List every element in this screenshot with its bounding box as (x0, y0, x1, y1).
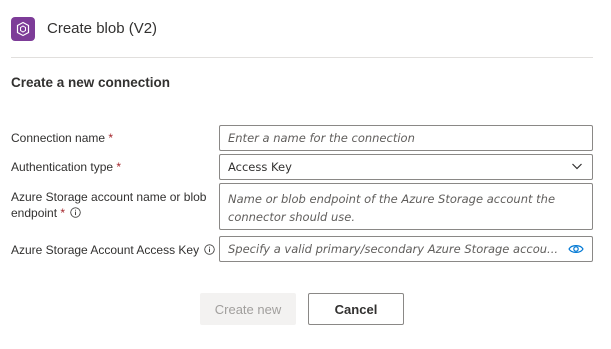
info-icon[interactable] (70, 206, 82, 222)
dialog-title: Create blob (V2) (47, 20, 158, 37)
access-key-field[interactable] (219, 236, 593, 262)
header-divider (11, 57, 593, 58)
access-key-label: Azure Storage Account Access Key (11, 242, 216, 259)
account-name-label: Azure Storage account name or blob endpo… (11, 189, 216, 222)
required-mark: * (116, 160, 122, 174)
chevron-down-icon (570, 159, 584, 176)
required-mark: * (60, 206, 66, 220)
section-title: Create a new connection (11, 75, 171, 90)
access-key-label-text: Azure Storage Account Access Key (11, 243, 200, 257)
account-name-input[interactable] (228, 184, 584, 229)
info-icon[interactable] (204, 243, 216, 259)
connection-name-input[interactable] (228, 131, 584, 145)
access-key-input[interactable] (228, 242, 562, 256)
connection-name-field[interactable] (219, 125, 593, 151)
auth-type-value: Access Key (228, 160, 292, 174)
auth-type-dropdown[interactable]: Access Key (219, 154, 593, 180)
create-new-button[interactable]: Create new (200, 293, 296, 325)
auth-type-label: Authentication type * (11, 159, 216, 175)
dialog-header: Create blob (V2) (0, 0, 611, 57)
cancel-button[interactable]: Cancel (308, 293, 404, 325)
account-name-label-text: Azure Storage account name or blob endpo… (11, 190, 207, 220)
connection-name-label: Connection name * (11, 130, 216, 146)
blob-storage-icon (11, 17, 35, 41)
account-name-field[interactable] (219, 183, 593, 230)
required-mark: * (108, 131, 114, 145)
eye-icon[interactable] (568, 243, 584, 255)
connection-name-label-text: Connection name (11, 131, 106, 145)
auth-type-label-text: Authentication type (11, 160, 114, 174)
